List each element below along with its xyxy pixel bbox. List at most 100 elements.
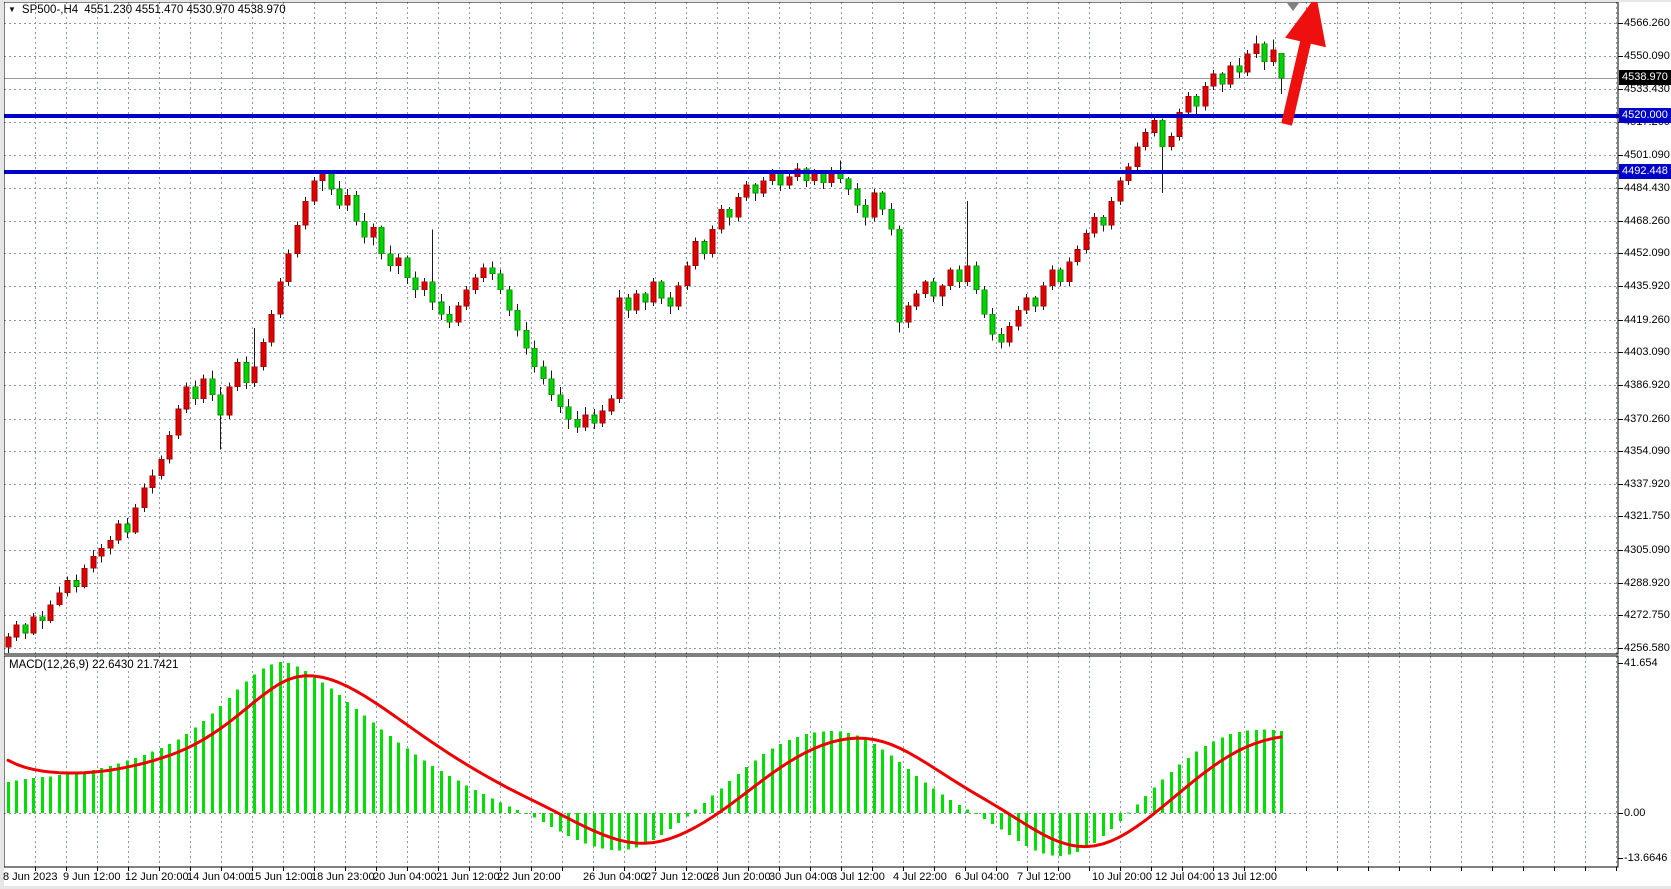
candlestick xyxy=(693,241,698,265)
macd-histogram-bar xyxy=(423,760,426,813)
candlestick xyxy=(744,185,749,197)
candlestick xyxy=(685,266,690,286)
macd-histogram-bar xyxy=(346,702,349,813)
time-axis-label: 9 Jun 12:00 xyxy=(63,871,121,883)
candlestick xyxy=(659,282,664,298)
price-axis-label: 4468.260 xyxy=(1624,214,1670,228)
macd-histogram-bar xyxy=(1272,730,1275,813)
candlestick xyxy=(1245,54,1250,72)
candlestick xyxy=(133,508,138,532)
candlestick xyxy=(1203,86,1208,106)
window-edge-left xyxy=(0,0,4,889)
candlestick xyxy=(1220,74,1225,84)
macd-axis-label: -13.6646 xyxy=(1624,851,1667,865)
chart-canvas[interactable] xyxy=(0,0,1671,889)
time-axis-label: 12 Jun 20:00 xyxy=(125,871,189,883)
macd-histogram-bar xyxy=(1153,788,1156,813)
macd-histogram-bar xyxy=(1221,737,1224,813)
candlestick xyxy=(244,363,249,383)
candlestick xyxy=(566,407,571,419)
candlestick xyxy=(405,258,410,278)
macd-histogram-bar xyxy=(499,802,502,813)
candlestick xyxy=(821,173,826,183)
macd-histogram-bar xyxy=(100,768,103,813)
candlestick xyxy=(634,294,639,310)
candlestick xyxy=(82,568,87,586)
candlestick xyxy=(99,548,104,556)
candlestick xyxy=(855,189,860,205)
price-axis-label: 4386.920 xyxy=(1624,378,1670,392)
candlestick xyxy=(329,173,334,189)
trading-chart-window: ▼ SP500-,H4 4551.230 4551.470 4530.970 4… xyxy=(0,0,1671,889)
macd-histogram-bar xyxy=(1204,746,1207,813)
candlestick xyxy=(778,173,783,185)
macd-histogram-bar xyxy=(915,776,918,813)
macd-histogram-bar xyxy=(898,762,901,813)
macd-histogram-bar xyxy=(296,666,299,813)
macd-histogram-bar xyxy=(873,744,876,813)
time-axis-label: 27 Jun 12:00 xyxy=(645,871,709,883)
candlestick xyxy=(558,395,563,407)
candlestick xyxy=(1135,147,1140,167)
candlestick xyxy=(201,379,206,399)
macd-histogram-bar xyxy=(1144,796,1147,813)
candlestick xyxy=(651,282,656,302)
time-axis-label: 13 Jul 12:00 xyxy=(1217,871,1277,883)
macd-histogram-bar xyxy=(1170,772,1173,813)
macd-histogram-bar xyxy=(117,763,120,813)
macd-histogram-bar xyxy=(677,813,680,823)
resistance-price-tag[interactable]: 4520.000 xyxy=(1619,108,1671,123)
candlestick xyxy=(532,348,537,366)
candlestick xyxy=(1271,50,1276,62)
candlestick xyxy=(974,266,979,290)
macd-histogram-bar xyxy=(1119,813,1122,821)
macd-histogram-bar xyxy=(228,698,231,813)
macd-histogram-bar xyxy=(41,777,44,813)
candlestick xyxy=(125,524,130,532)
macd-histogram-bar xyxy=(788,740,791,813)
macd-histogram-bar xyxy=(194,728,197,813)
candlestick xyxy=(210,379,215,395)
window-edge-top xyxy=(0,0,1671,2)
macd-histogram-bar xyxy=(975,813,978,814)
candlestick xyxy=(549,379,554,395)
candlestick xyxy=(600,411,605,423)
candlestick xyxy=(736,197,741,217)
macd-histogram-bar xyxy=(338,695,341,813)
candlestick xyxy=(889,209,894,229)
macd-histogram-bar xyxy=(245,682,248,813)
macd-histogram-bar xyxy=(941,794,944,813)
candlestick xyxy=(91,556,96,568)
candlestick xyxy=(430,282,435,302)
macd-histogram-bar xyxy=(771,749,774,813)
macd-histogram-bar xyxy=(1110,813,1113,829)
candlestick xyxy=(269,314,274,342)
candlestick xyxy=(541,367,546,379)
candlestick xyxy=(142,488,147,508)
candlestick xyxy=(643,294,648,302)
candlestick xyxy=(575,419,580,427)
macd-histogram-bar xyxy=(610,813,613,850)
macd-histogram-bar xyxy=(601,813,604,849)
symbol-dropdown-icon[interactable]: ▼ xyxy=(8,5,16,15)
current-price-tag: 4538.970 xyxy=(1619,70,1671,85)
candlestick xyxy=(1101,217,1106,225)
candlestick xyxy=(676,286,681,306)
time-axis-label: 8 Jun 2023 xyxy=(3,871,57,883)
candlestick xyxy=(490,268,495,274)
macd-histogram-bar xyxy=(24,779,27,813)
macd-histogram-bar xyxy=(1212,741,1215,813)
support-price-tag[interactable]: 4492.448 xyxy=(1619,164,1671,179)
candlestick xyxy=(439,302,444,314)
macd-histogram-bar xyxy=(15,780,18,813)
macd-histogram-bar xyxy=(1238,732,1241,813)
candlestick xyxy=(354,195,359,221)
price-axis-label: 4435.920 xyxy=(1624,279,1670,293)
macd-histogram-bar xyxy=(109,766,112,813)
candlestick xyxy=(906,306,911,322)
candlestick xyxy=(57,593,62,605)
candlestick xyxy=(65,580,70,592)
candlestick xyxy=(1016,310,1021,326)
macd-histogram-bar xyxy=(49,776,52,813)
macd-histogram-bar xyxy=(508,806,511,813)
